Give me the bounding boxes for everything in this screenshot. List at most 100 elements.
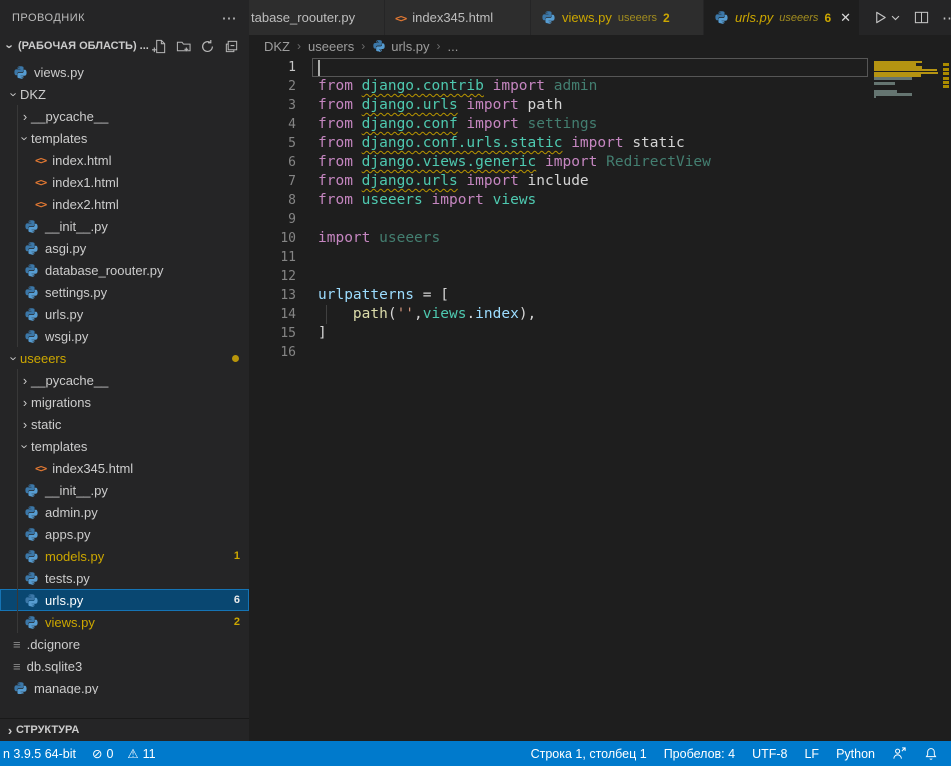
chevron-right-icon: › [437,39,441,53]
python-icon [24,527,39,542]
cursor-position-item[interactable]: Строка 1, столбец 1 [531,747,647,761]
tree-item-models-py[interactable]: models.py1 [0,545,249,567]
python-icon [13,65,28,80]
eol-item[interactable]: LF [804,747,819,761]
tree-item-index1-html[interactable]: <>index1.html [0,171,249,193]
chevron-down-icon: › [7,88,22,100]
html-icon: <> [35,198,46,211]
html-icon: <> [35,154,46,167]
split-editor-icon[interactable] [914,10,929,25]
tree-folder-templates[interactable]: ›templates [0,127,249,149]
tree-item-label: migrations [31,395,91,410]
line-number: 3 [249,96,296,115]
encoding-item[interactable]: UTF-8 [752,747,787,761]
tree-item-admin-py[interactable]: admin.py [0,501,249,523]
tab-tabase-roouter-py[interactable]: tabase_roouter.py [249,0,384,35]
tree-folder--pycache-[interactable]: ›__pycache__ [0,369,249,391]
more-actions-icon[interactable]: ⋯ [942,9,951,27]
feedback-icon[interactable] [892,746,907,761]
status-left: n 3.9.5 64-bit ⊘ 0 ⚠ 11 [0,746,156,761]
python-icon [24,219,39,234]
line-number: 2 [249,77,296,96]
file-icon: ≡ [13,659,21,674]
overview-ruler[interactable] [941,57,951,741]
breadcrumb-item-dkz[interactable]: DKZ [264,39,290,54]
warning-ruler-tick [943,68,949,71]
breadcrumb-item--[interactable]: ... [448,39,459,54]
minimap-line [874,77,912,80]
line-number: 13 [249,286,296,305]
notifications-bell-icon[interactable] [924,747,938,761]
code-editor[interactable]: 12from django.contrib import admin3from … [249,57,951,741]
language-mode-item[interactable]: Python [836,747,875,761]
tree-item-index2-html[interactable]: <>index2.html [0,193,249,215]
chevron-down-icon: › [7,352,22,364]
refresh-icon[interactable] [200,39,215,54]
tree-folder-useeers[interactable]: ›useeers [0,347,249,369]
tree-folder--pycache-[interactable]: ›__pycache__ [0,105,249,127]
code-line: 5from django.conf.urls.static import sta… [249,134,951,153]
chevron-right-icon: › [297,39,301,53]
run-dropdown-icon[interactable] [890,12,901,23]
indentation-item[interactable]: Пробелов: 4 [664,747,735,761]
tab-urls-py[interactable]: urls.pyuseeers6✕ [704,0,859,35]
tab-index345-html[interactable]: <>index345.html [385,0,530,35]
tree-item-label: useeers [20,351,66,366]
line-number: 6 [249,153,296,172]
tree-item-index345-html[interactable]: <>index345.html [0,457,249,479]
code-line: 8from useeers import views [249,191,951,210]
code-line: 14 path('',views.index), [249,305,951,324]
problems-count-badge: 6 [234,594,240,606]
tree-item-db-sqlite3[interactable]: ≡db.sqlite3 [0,655,249,677]
explorer-more-actions-icon[interactable]: ⋯ [222,9,238,27]
tree-folder-templates[interactable]: ›templates [0,435,249,457]
tree-item-label: urls.py [45,307,83,322]
tree-item--dcignore[interactable]: ≡.dcignore [0,633,249,655]
chevron-down-icon: › [3,40,18,52]
tree-item-label: __pycache__ [31,109,108,124]
tree-folder-migrations[interactable]: ›migrations [0,391,249,413]
tree-item-asgi-py[interactable]: asgi.py [0,237,249,259]
python-icon [372,39,386,53]
html-icon: <> [35,176,46,189]
new-folder-icon[interactable] [176,39,191,54]
new-file-icon[interactable] [152,39,167,54]
tree-item-views-py[interactable]: views.py2 [0,611,249,633]
breadcrumb-item-useeers[interactable]: useeers [308,39,354,54]
outline-section-header[interactable]: › СТРУКТУРА [0,718,249,741]
line-number: 4 [249,115,296,134]
tree-item-apps-py[interactable]: apps.py [0,523,249,545]
tree-item-label: templates [31,439,87,454]
python-icon [24,505,39,520]
warning-ruler-tick [943,85,949,88]
python-interpreter-item[interactable]: n 3.9.5 64-bit [3,747,76,761]
tree-item-tests-py[interactable]: tests.py [0,567,249,589]
tree-item-views-py[interactable]: views.py [0,61,249,83]
tree-item-label: database_roouter.py [45,263,164,278]
collapse-all-icon[interactable] [224,39,239,54]
tree-item-urls-py[interactable]: urls.py6 [0,589,249,611]
run-python-file-icon[interactable] [873,10,888,25]
minimap[interactable] [872,57,941,187]
tab-views-py[interactable]: views.pyuseeers2 [531,0,703,35]
tree-folder-dkz[interactable]: ›DKZ [0,83,249,105]
tree-item-index-html[interactable]: <>index.html [0,149,249,171]
tree-item--init-py[interactable]: __init__.py [0,479,249,501]
python-icon [24,263,39,278]
warning-ruler-tick [943,77,949,80]
tree-item-urls-py[interactable]: urls.py [0,303,249,325]
tree-item-database-roouter-py[interactable]: database_roouter.py [0,259,249,281]
tree-item-wsgi-py[interactable]: wsgi.py [0,325,249,347]
tree-item-label: __init__.py [45,483,108,498]
tree-item-settings-py[interactable]: settings.py [0,281,249,303]
breadcrumb-item-urls-py[interactable]: urls.py [372,39,429,54]
close-icon[interactable]: ✕ [840,10,851,26]
tree-item-manage-py[interactable]: manage.py [0,677,249,694]
explorer-title: ПРОВОДНИК [12,12,85,24]
error-count: 0 [106,747,113,761]
tree-item--init-py[interactable]: __init__.py [0,215,249,237]
warning-ruler-tick [943,72,949,75]
workspace-section-header[interactable]: › (РАБОЧАЯ ОБЛАСТЬ) ... [0,35,249,57]
problems-item[interactable]: ⊘ 0 ⚠ 11 [92,746,156,761]
tree-folder-static[interactable]: ›static [0,413,249,435]
